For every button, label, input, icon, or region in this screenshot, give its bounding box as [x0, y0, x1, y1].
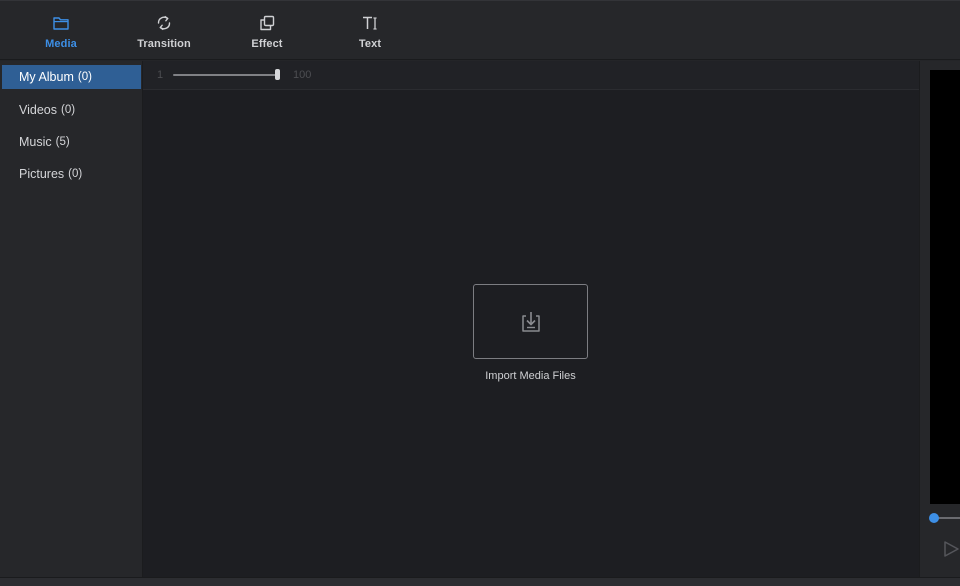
- sidebar-item-count: (0): [77, 71, 92, 83]
- import-media-label: Import Media Files: [485, 370, 576, 382]
- tab-effect-label: Effect: [251, 38, 283, 50]
- zoom-min-label: 1: [157, 69, 164, 81]
- effect-icon: [260, 15, 275, 31]
- preview-seek-track[interactable]: [936, 517, 960, 519]
- tab-effect[interactable]: Effect: [246, 1, 288, 61]
- tab-media[interactable]: Media: [38, 1, 84, 61]
- media-library-panel: 1 100 Import Media Files: [143, 61, 919, 577]
- media-category-sidebar: My Album (0) Videos (0) Music (5) Pictur…: [0, 61, 143, 577]
- sidebar-item-count: (0): [61, 104, 76, 116]
- preview-panel: [919, 61, 960, 577]
- preview-seek-handle[interactable]: [929, 513, 939, 523]
- tab-text[interactable]: Text: [352, 1, 388, 61]
- zoom-max-label: 100: [293, 69, 312, 81]
- top-toolbar: Media Transition Effect Text: [0, 0, 960, 60]
- tab-transition[interactable]: Transition: [134, 1, 194, 61]
- video-editor-window: Media Transition Effect Text My Album (0…: [0, 0, 960, 586]
- import-icon: [521, 311, 540, 332]
- video-preview-screen: [930, 70, 960, 504]
- sidebar-item-label: Pictures: [19, 167, 65, 181]
- timeline-top-edge: [0, 577, 960, 586]
- text-icon: [363, 16, 377, 30]
- folder-icon: [53, 17, 69, 30]
- play-icon[interactable]: [941, 539, 960, 559]
- sidebar-item-count: (0): [68, 168, 83, 180]
- sidebar-item-count: (5): [55, 136, 70, 148]
- sidebar-item-music[interactable]: Music (5): [2, 130, 141, 154]
- sidebar-item-pictures[interactable]: Pictures (0): [2, 162, 141, 186]
- import-media-button[interactable]: [473, 284, 588, 359]
- tab-media-label: Media: [45, 38, 77, 50]
- sidebar-item-label: Music: [19, 135, 52, 149]
- sidebar-item-label: My Album: [19, 70, 74, 84]
- sidebar-item-label: Videos: [19, 103, 57, 117]
- sidebar-item-my-album[interactable]: My Album (0): [2, 65, 141, 89]
- thumbnail-zoom-bar: 1 100: [143, 61, 919, 90]
- transition-icon: [157, 15, 171, 31]
- sidebar-item-videos[interactable]: Videos (0): [2, 98, 141, 122]
- zoom-slider-track[interactable]: [173, 74, 279, 76]
- zoom-slider-handle[interactable]: [275, 69, 280, 80]
- tab-text-label: Text: [358, 38, 382, 50]
- tab-transition-label: Transition: [137, 38, 191, 50]
